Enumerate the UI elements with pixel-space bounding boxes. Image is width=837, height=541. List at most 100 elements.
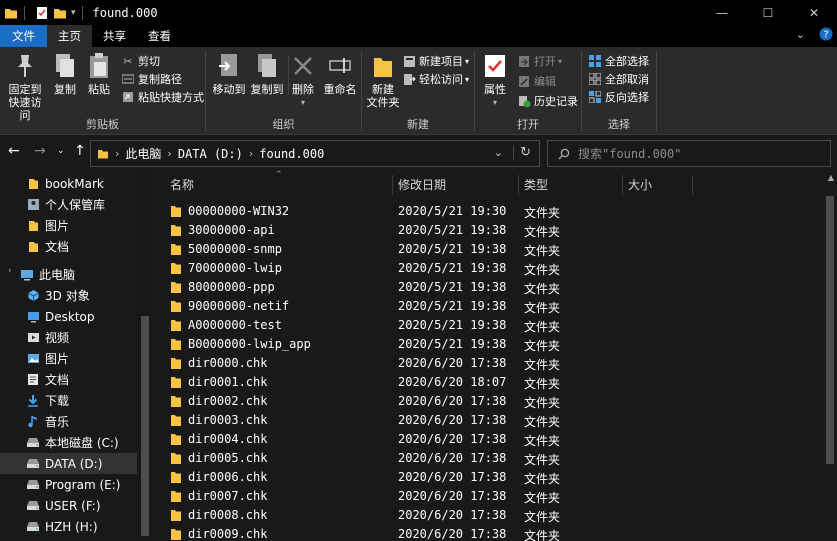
column-divider[interactable] [392,175,393,195]
refresh-icon[interactable]: ↻ [513,145,531,160]
tab-view[interactable]: 查看 [137,25,182,47]
tab-file[interactable]: 文件 [0,25,47,47]
easy-access-button[interactable]: 轻松访问 ▾ [402,71,469,87]
tab-home[interactable]: 主页 [47,25,92,47]
nav-item[interactable]: Program (E:) [0,474,137,495]
properties-dropdown-icon[interactable]: ▾ [493,96,497,109]
nav-item[interactable]: 下载 [0,390,137,411]
nav-item[interactable]: 图片 [0,215,137,236]
chevron-right-icon[interactable]: › [249,147,253,160]
recent-locations-icon[interactable]: ⌄ [57,146,65,156]
properties-button[interactable]: 属性 ▾ [479,51,511,109]
delete-button[interactable]: 删除 ▾ [290,51,316,109]
file-row[interactable]: dir0005.chk 2020/6/20 17:38 文件夹 [152,449,822,468]
edit-button[interactable]: 编辑 [517,73,556,89]
nav-item[interactable]: Desktop [0,306,137,327]
column-header-type[interactable]: 类型 [524,171,622,198]
nav-scrollbar-thumb[interactable] [141,316,149,536]
new-item-button[interactable]: 新建项目 ▾ [402,53,469,69]
search-box[interactable]: 搜索"found.000" [547,140,831,167]
file-row[interactable]: 30000000-api 2020/5/21 19:38 文件夹 [152,221,822,240]
minimize-button[interactable]: — [699,0,745,25]
file-row[interactable]: dir0007.chk 2020/6/20 17:38 文件夹 [152,487,822,506]
maximize-button[interactable]: ☐ [745,0,791,25]
paste-shortcut-button[interactable]: 粘贴快捷方式 [121,89,204,105]
column-header-date[interactable]: 修改日期 [398,171,518,198]
file-row[interactable]: dir0004.chk 2020/6/20 17:38 文件夹 [152,430,822,449]
column-divider[interactable] [692,175,693,195]
new-folder-quick-icon[interactable] [53,6,67,20]
column-divider[interactable] [518,175,519,195]
pin-quick-access-button[interactable]: 固定到 快速访问 [4,51,46,122]
cut-button[interactable]: ✂ 剪切 [121,53,160,69]
pictures-icon [26,352,40,366]
invert-selection-button[interactable]: 反向选择 [588,89,649,105]
address-bar[interactable]: › 此电脑 › DATA (D:) › found.000 ⌄ ↻ [90,140,540,167]
open-button[interactable]: 打开 ▾ [517,53,562,69]
copy-button[interactable]: 复制 [50,51,80,96]
properties-quick-icon[interactable] [35,6,49,20]
file-row[interactable]: 00000000-WIN32 2020/5/21 19:30 文件夹 [152,202,822,221]
nav-item[interactable]: USER (F:) [0,495,137,516]
ribbon: 固定到 快速访问 复制 粘贴 ✂ 剪切 复制路径 粘贴快捷方式 剪贴板 移动到 … [0,47,837,135]
help-icon[interactable]: ? [819,27,833,41]
file-row[interactable]: dir0009.chk 2020/6/20 17:38 文件夹 [152,525,822,541]
close-button[interactable]: ✕ [791,0,837,25]
nav-item[interactable]: HZH (H:) [0,516,137,537]
nav-item[interactable]: 视频 [0,327,137,348]
nav-item[interactable]: 图片 [0,348,137,369]
breadcrumb-this-pc[interactable]: 此电脑 [125,145,161,162]
move-to-button[interactable]: 移动到 [210,51,248,96]
file-row[interactable]: B0000000-lwip_app 2020/5/21 19:38 文件夹 [152,335,822,354]
column-header-size[interactable]: 大小 [628,171,688,198]
select-all-button[interactable]: 全部选择 [588,53,649,69]
breadcrumb-found[interactable]: found.000 [259,147,324,161]
file-row[interactable]: dir0000.chk 2020/6/20 17:38 文件夹 [152,354,822,373]
scroll-up-icon[interactable]: ▲ [828,173,834,182]
history-button[interactable]: 历史记录 [517,93,578,109]
address-dropdown-icon[interactable]: ⌄ [494,146,503,159]
nav-item[interactable]: 音乐 [0,411,137,432]
folder-icon[interactable] [4,6,18,20]
column-divider[interactable] [622,175,623,195]
file-row[interactable]: dir0003.chk 2020/6/20 17:38 文件夹 [152,411,822,430]
file-list-scrollbar-thumb[interactable] [826,196,834,464]
up-arrow-icon[interactable]: ↑ [74,143,86,159]
folder-icon [171,225,181,236]
file-row[interactable]: dir0008.chk 2020/6/20 17:38 文件夹 [152,506,822,525]
copy-path-button[interactable]: 复制路径 [121,71,182,87]
file-row[interactable]: 90000000-netif 2020/5/21 19:38 文件夹 [152,297,822,316]
delete-dropdown-icon[interactable]: ▾ [301,96,305,109]
nav-item[interactable]: 文档 [0,369,137,390]
nav-item[interactable]: 3D 对象 [0,285,137,306]
collapse-ribbon-icon[interactable]: ⌄ [796,28,805,41]
nav-item[interactable]: 本地磁盘 (C:) [0,432,137,453]
breadcrumb-data-drive[interactable]: DATA (D:) [178,147,243,161]
new-folder-button[interactable]: 新建 文件夹 [364,51,402,109]
quick-access-dropdown-icon[interactable]: ▾ [71,8,76,18]
rename-button[interactable]: 重命名 [322,51,358,96]
file-row[interactable]: 80000000-ppp 2020/5/21 19:38 文件夹 [152,278,822,297]
file-row[interactable]: A0000000-test 2020/5/21 19:38 文件夹 [152,316,822,335]
nav-item[interactable]: DATA (D:) [0,453,137,474]
chevron-right-icon[interactable]: › [115,147,119,160]
forward-arrow-icon[interactable]: → [34,143,46,159]
file-row[interactable]: dir0006.chk 2020/6/20 17:38 文件夹 [152,468,822,487]
copy-to-button[interactable]: 复制到 [248,51,286,96]
nav-item[interactable]: bookMark [0,173,137,194]
back-arrow-icon[interactable]: ← [8,143,20,159]
nav-item[interactable]: 个人保管库 [0,194,137,215]
chevron-right-icon[interactable]: › [167,147,171,160]
select-none-button[interactable]: 全部取消 [588,71,649,87]
nav-item[interactable]: 此电脑 [0,264,137,285]
folder-icon [171,396,181,407]
file-row[interactable]: dir0002.chk 2020/6/20 17:38 文件夹 [152,392,822,411]
tab-share[interactable]: 共享 [92,25,137,47]
file-row[interactable]: dir0001.chk 2020/6/20 18:07 文件夹 [152,373,822,392]
search-input[interactable]: 搜索"found.000" [578,145,681,162]
paste-button[interactable]: 粘贴 [84,51,114,96]
expand-chevron-icon[interactable]: › [8,266,12,276]
file-row[interactable]: 50000000-snmp 2020/5/21 19:38 文件夹 [152,240,822,259]
file-row[interactable]: 70000000-lwip 2020/5/21 19:38 文件夹 [152,259,822,278]
nav-item[interactable]: 文档 [0,236,137,257]
